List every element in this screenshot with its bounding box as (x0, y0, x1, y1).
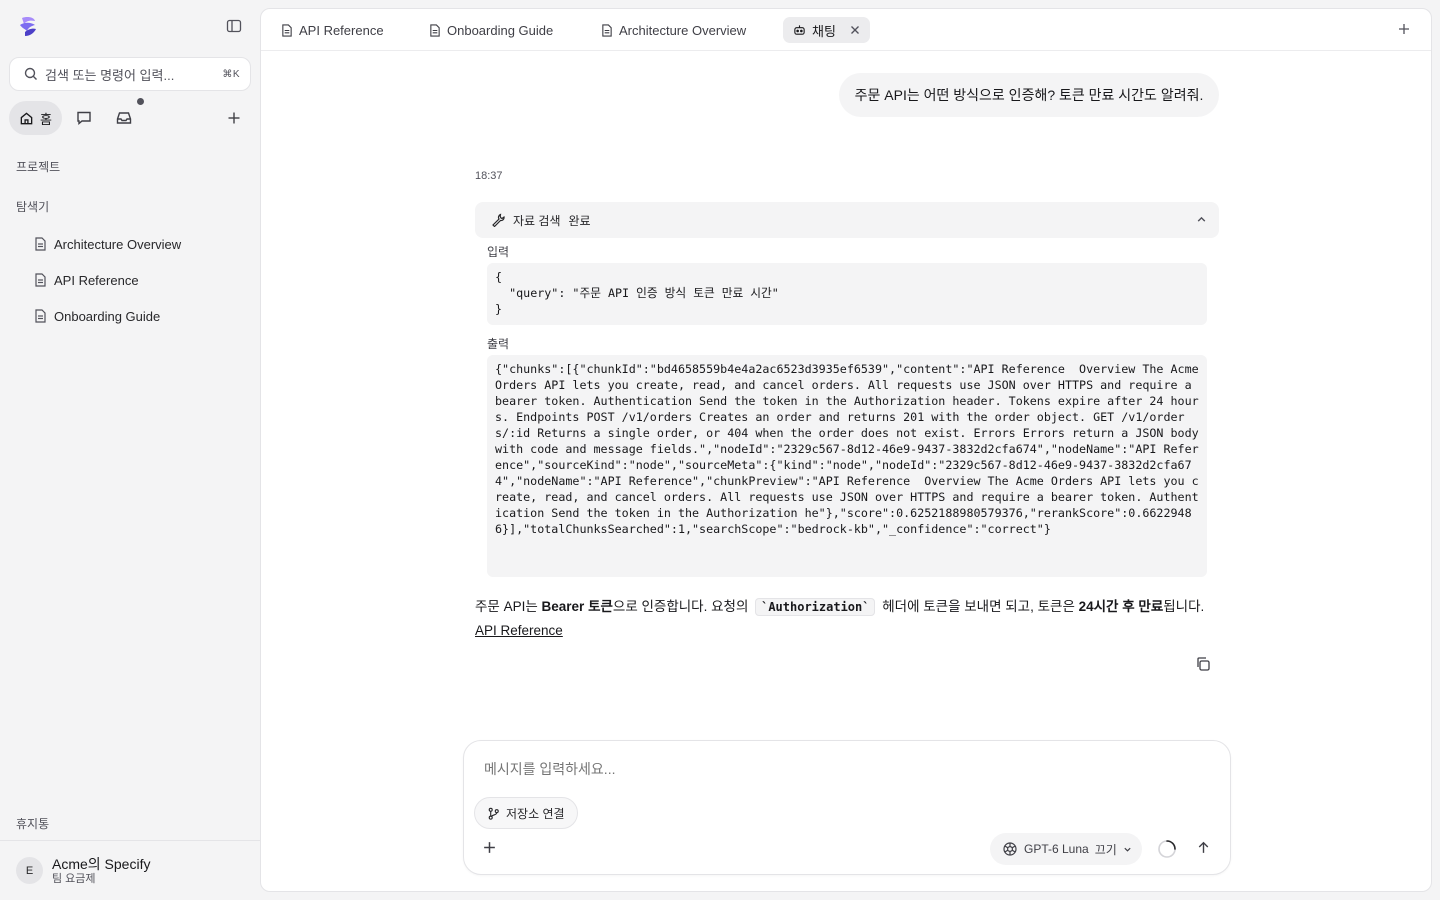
model-selector[interactable]: GPT-6 Luna 끄기 (990, 833, 1142, 865)
account-switcher[interactable]: E Acme의 Specify 팀 요금제 (0, 840, 260, 900)
notification-dot (137, 98, 144, 105)
send-arrow-up-icon[interactable] (1196, 840, 1212, 856)
main-panel: API Reference Onboarding Guide Architect… (260, 8, 1432, 892)
tool-output-label: 출력 (487, 337, 510, 351)
chevron-up-icon[interactable] (1196, 214, 1207, 225)
chevron-down-icon (1123, 845, 1132, 854)
search-shortcut: ⌘K (222, 68, 240, 80)
close-icon[interactable] (850, 25, 860, 35)
explorer-section-label[interactable]: 탐색기 (16, 198, 49, 215)
tab-label: 채팅 (812, 23, 836, 39)
loading-spinner-icon (1157, 839, 1177, 859)
answer-bold-bearer: Bearer 토큰 (541, 599, 613, 614)
message-input[interactable] (484, 761, 1184, 777)
nav-home-label: 홈 (40, 111, 52, 127)
document-icon (429, 23, 441, 37)
connect-repo-label: 저장소 연결 (506, 806, 565, 821)
tab-bar: API Reference Onboarding Guide Architect… (261, 9, 1431, 51)
new-tab-plus-icon[interactable] (1397, 22, 1413, 38)
tool-status: 완료 (568, 213, 591, 228)
search-placeholder: 검색 또는 명령어 입력... (45, 67, 175, 83)
tab-api-reference[interactable]: API Reference (271, 17, 394, 43)
source-link-api-reference[interactable]: API Reference (475, 619, 563, 643)
tree-item-label: Onboarding Guide (54, 308, 161, 324)
tool-name: 자료 검색 (513, 213, 561, 228)
home-icon (19, 111, 34, 126)
message-composer: 저장소 연결 GPT-6 Luna 끄기 (463, 740, 1231, 875)
tab-architecture-overview[interactable]: Architecture Overview (591, 17, 756, 43)
copy-icon[interactable] (1195, 656, 1213, 674)
openai-logo-icon (1002, 841, 1018, 857)
tree-item-onboarding-guide[interactable]: Onboarding Guide (34, 304, 160, 328)
tree-item-label: API Reference (54, 272, 139, 288)
tree-item-label: Architecture Overview (54, 236, 182, 252)
model-name: GPT-6 Luna (1024, 842, 1089, 856)
tab-label: API Reference (299, 22, 384, 38)
trash-link[interactable]: 휴지통 (16, 815, 49, 832)
document-icon (34, 237, 47, 251)
tab-label: Architecture Overview (619, 22, 747, 38)
git-branch-icon (487, 807, 500, 820)
answer-text: 으로 인증합니다. 요청의 (612, 599, 753, 614)
answer-text: 됩니다. (1163, 599, 1205, 614)
tool-output-code: {"chunks":[{"chunkId":"bd4658559b4e4a2ac… (487, 355, 1207, 577)
sidebar-nav: 홈 (9, 98, 251, 135)
avatar: E (16, 857, 43, 884)
document-icon (34, 309, 47, 323)
projects-section-label[interactable]: 프로젝트 (16, 158, 60, 175)
tab-onboarding-guide[interactable]: Onboarding Guide (419, 17, 563, 43)
message-timestamp: 18:37 (475, 170, 503, 182)
answer-inline-code: `Authorization` (755, 598, 876, 616)
tool-input-label: 입력 (487, 245, 510, 259)
answer-text: 주문 API는 (475, 599, 542, 614)
connect-repo-button[interactable]: 저장소 연결 (474, 797, 578, 829)
assistant-answer: 주문 API는 Bearer 토큰으로 인증합니다. 요청의 `Authoriz… (475, 595, 1235, 643)
tree-item-api-reference[interactable]: API Reference (34, 268, 139, 292)
tab-label: Onboarding Guide (447, 22, 554, 38)
search-icon (24, 67, 38, 81)
wrench-icon (491, 213, 505, 227)
document-icon (281, 23, 293, 37)
model-mode: 끄기 (1094, 842, 1117, 857)
sidebar: 검색 또는 명령어 입력... ⌘K 홈 프로젝트 탐색기 Architectu… (0, 0, 260, 900)
answer-text: 헤더에 토큰을 보내면 되고, 토큰은 (878, 599, 1079, 614)
attach-plus-icon[interactable] (482, 840, 498, 856)
tool-call-header[interactable]: 자료 검색 완료 (475, 202, 1219, 238)
plus-icon[interactable] (225, 109, 243, 127)
tab-chat[interactable]: 채팅 (783, 17, 870, 43)
workspace-name: Acme의 Specify (52, 855, 151, 872)
inbox-icon[interactable] (115, 109, 133, 127)
chat-bubble-icon[interactable] (75, 109, 93, 127)
search-input[interactable]: 검색 또는 명령어 입력... ⌘K (9, 57, 251, 91)
app-logo-icon[interactable] (16, 14, 40, 38)
user-message: 주문 API는 어떤 방식으로 인증해? 토큰 만료 시간도 알려줘. (839, 73, 1219, 117)
bot-icon (793, 24, 806, 37)
document-icon (601, 23, 613, 37)
answer-bold-expiry: 24시간 후 만료 (1078, 599, 1164, 614)
tool-input-code: { "query": "주문 API 인증 방식 토큰 만료 시간" } (487, 263, 1207, 325)
document-icon (34, 273, 47, 287)
nav-home-button[interactable]: 홈 (9, 101, 62, 135)
workspace-plan: 팀 요금제 (52, 872, 96, 885)
sidebar-toggle-icon[interactable] (224, 16, 244, 36)
tree-item-architecture-overview[interactable]: Architecture Overview (34, 232, 181, 256)
